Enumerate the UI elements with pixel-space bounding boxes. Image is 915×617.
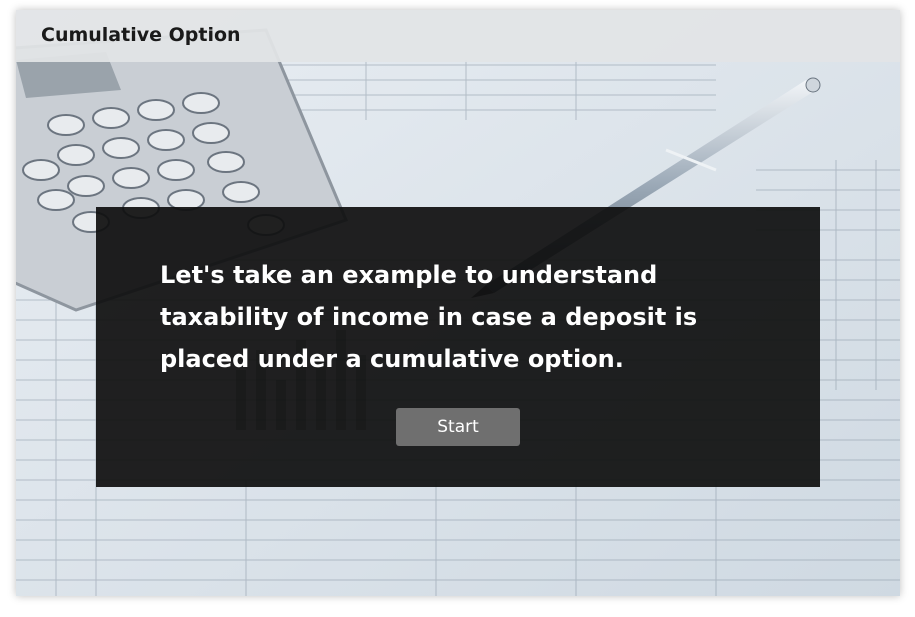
title-bar: Cumulative Option [16, 10, 900, 62]
intro-message: Let's take an example to understand taxa… [160, 261, 698, 373]
slide-frame: Cumulative Option Let's take an example … [16, 10, 900, 596]
intro-dialog: Let's take an example to understand taxa… [96, 207, 820, 487]
start-button[interactable]: Start [396, 408, 520, 446]
page-title: Cumulative Option [41, 24, 241, 46]
